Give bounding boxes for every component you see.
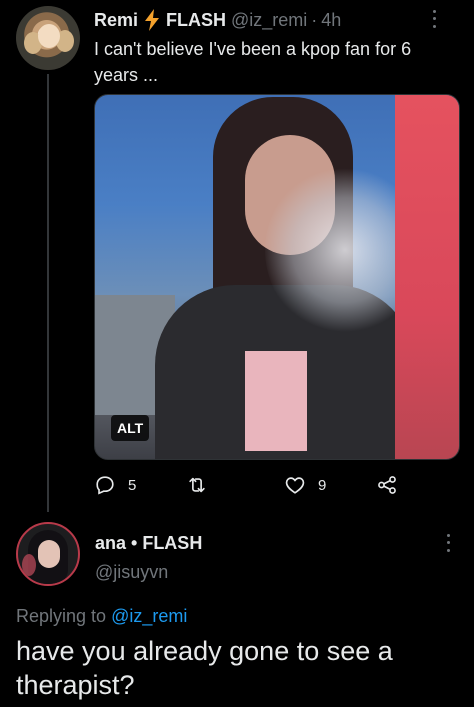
separator-dot: · <box>311 9 318 30</box>
user-handle-reply[interactable]: @jisuyvn <box>95 562 168 583</box>
more-icon[interactable] <box>428 8 440 30</box>
retweet-icon <box>189 477 205 493</box>
tweet-header: Remi FLASH @iz_remi · 4h <box>94 8 341 32</box>
avatar-ana[interactable] <box>16 522 80 586</box>
like-icon <box>285 477 305 494</box>
like-count: 9 <box>318 476 327 494</box>
display-name-suffix[interactable]: FLASH <box>166 10 226 31</box>
reply-count: 5 <box>128 476 137 494</box>
tweet-media-gif[interactable]: ALT <box>94 94 460 460</box>
share-button[interactable] <box>376 470 398 500</box>
thread-connector-line <box>47 74 49 512</box>
display-name-reply[interactable]: ana • FLASH <box>95 533 202 554</box>
replying-to-line: Replying to @iz_remi <box>16 606 187 627</box>
share-icon <box>378 476 396 494</box>
more-icon[interactable] <box>442 532 454 554</box>
reply-icon <box>96 476 114 495</box>
reply-tweet-text: have you already gone to see a therapist… <box>16 636 393 700</box>
media-pink-object <box>395 95 459 459</box>
avatar-accent <box>22 554 36 576</box>
avatar-face <box>38 540 60 568</box>
tweet-original[interactable]: Remi FLASH @iz_remi · 4h I can't believe… <box>0 0 474 512</box>
media-pink-card <box>245 351 307 451</box>
alt-badge[interactable]: ALT <box>111 415 150 441</box>
avatar-remi[interactable] <box>16 6 80 70</box>
avatar-face <box>38 24 60 48</box>
like-button[interactable]: 9 <box>284 470 326 500</box>
tweet-actions: 5 9 <box>94 470 414 500</box>
bolt-icon <box>143 9 161 31</box>
replying-to-label: Replying to <box>16 606 112 626</box>
timestamp[interactable]: 4h <box>321 10 341 31</box>
user-handle[interactable]: @iz_remi <box>231 10 307 31</box>
replying-to-mention-link[interactable]: @iz_remi <box>111 606 187 626</box>
retweet-button[interactable] <box>186 470 220 500</box>
reply-button[interactable]: 5 <box>94 470 136 500</box>
tweet-text: I can't believe I've been a kpop fan for… <box>94 39 412 85</box>
display-name[interactable]: Remi <box>94 10 138 31</box>
